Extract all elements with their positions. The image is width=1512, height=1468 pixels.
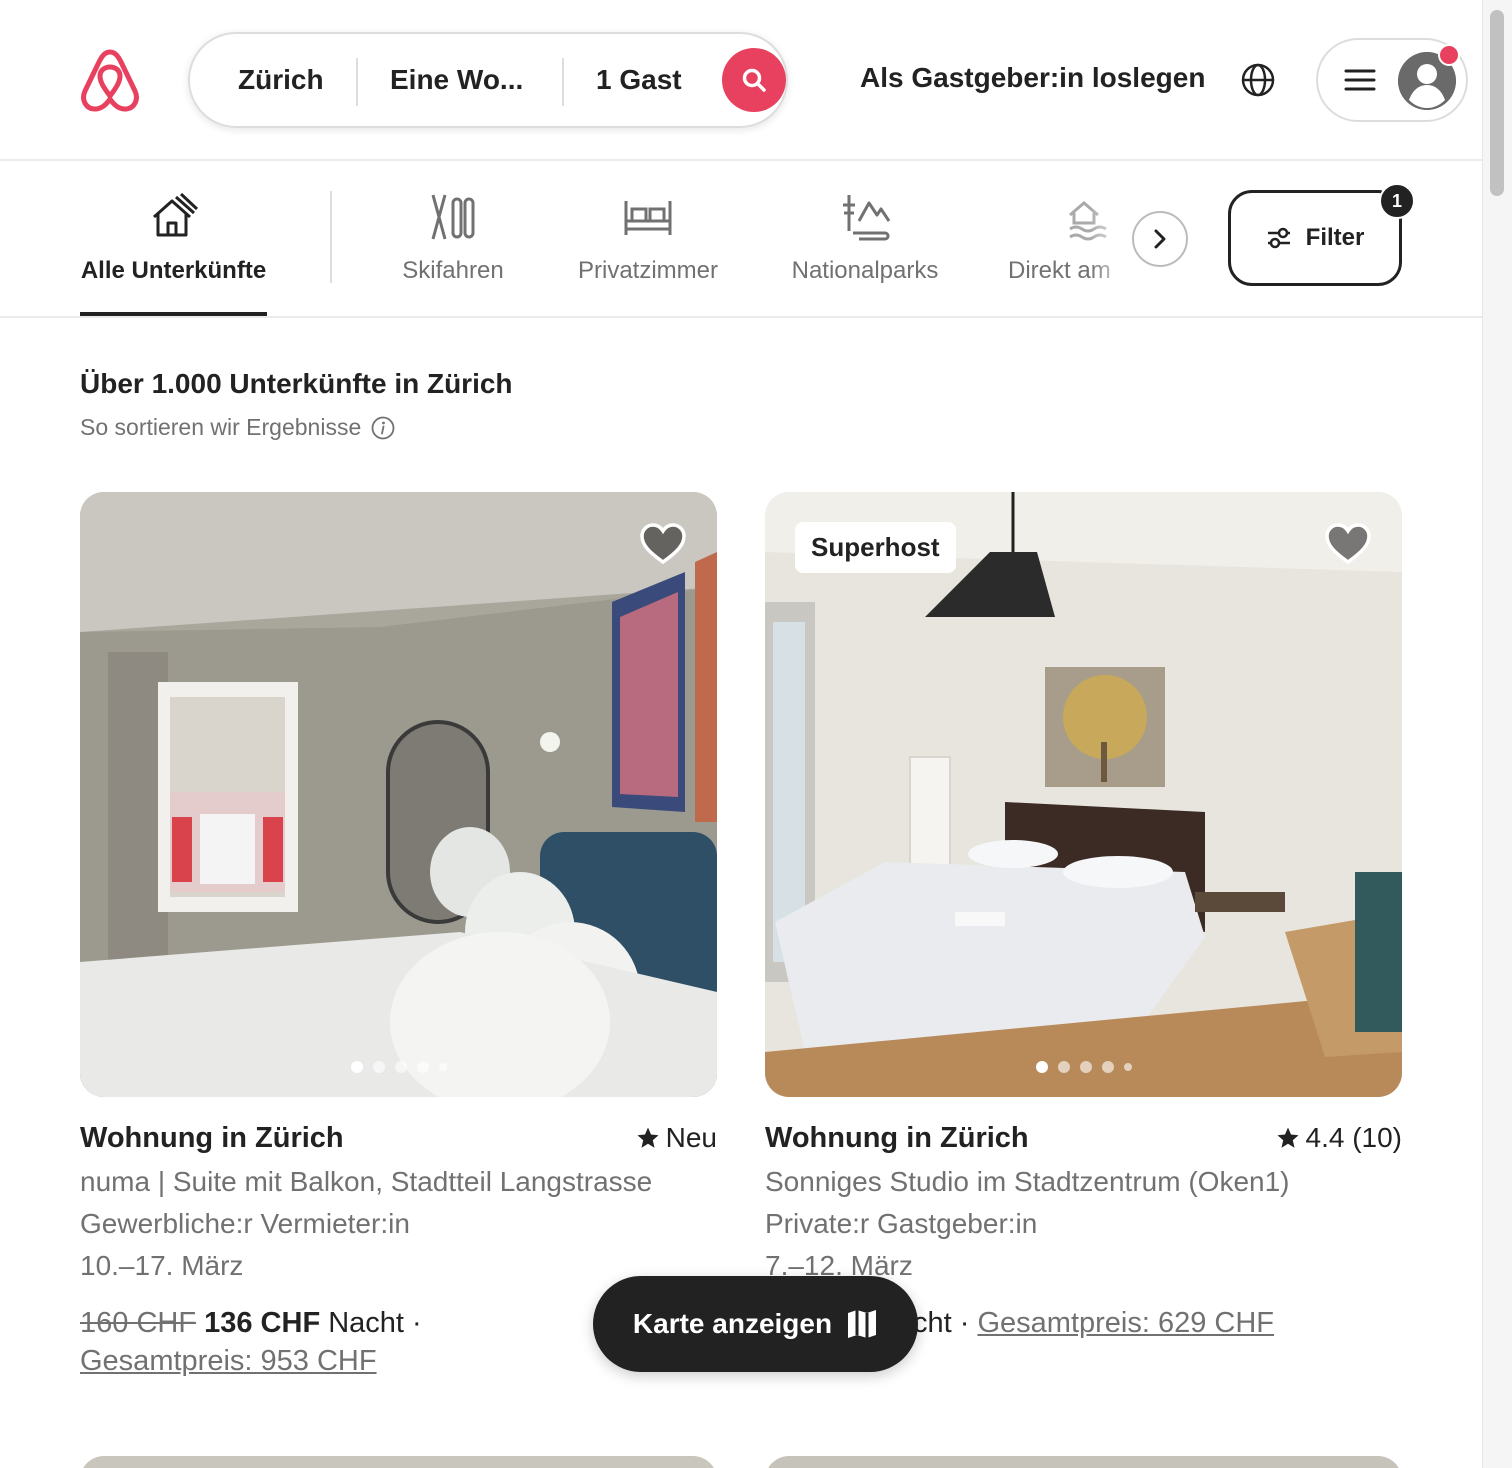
- park-icon: [843, 195, 891, 241]
- listing-description: Sonniges Studio im Stadtzentrum (Oken1): [765, 1166, 1290, 1197]
- results-title: Über 1.000 Unterkünfte in Zürich: [80, 368, 513, 399]
- star-icon: [1277, 1127, 1298, 1148]
- category-label: Nationalparks: [791, 257, 939, 284]
- listing-card[interactable]: Wohnung in Zürich Neu numa | Suite mit B…: [80, 492, 717, 1377]
- map-icon: [848, 1310, 877, 1338]
- search-dates[interactable]: Eine Wo...: [390, 64, 523, 96]
- filter-button[interactable]: Filter 1: [1228, 183, 1415, 286]
- photo-pagination: [350, 1061, 447, 1073]
- category-bar: Alle Unterkünfte Skifahren Privatzimmer …: [0, 161, 1482, 318]
- search-button[interactable]: [722, 48, 786, 112]
- globe-icon[interactable]: [1240, 62, 1276, 98]
- show-map-label: Karte anzeigen: [632, 1308, 833, 1339]
- photo-pagination: [1035, 1061, 1132, 1073]
- listing-rating: Neu: [636, 1122, 717, 1154]
- current-price: 136 CHF: [204, 1307, 321, 1339]
- search-bar[interactable]: Zürich Eine Wo... 1 Gast: [188, 32, 788, 128]
- become-host-link[interactable]: Als Gastgeber:in loslegen: [860, 62, 1205, 94]
- category-label: Alle Unterkünfte: [80, 257, 267, 284]
- chevron-right-icon: [1154, 229, 1166, 249]
- info-icon: [371, 416, 395, 439]
- heart-icon[interactable]: [639, 522, 687, 566]
- search-guests[interactable]: 1 Gast: [596, 64, 682, 96]
- total-price-link[interactable]: Gesamtpreis: 629 CHF: [977, 1307, 1274, 1339]
- sort-info-label: So sortieren wir Ergebnisse: [80, 414, 362, 440]
- listing-title: Wohnung in Zürich: [80, 1122, 344, 1154]
- category-label: Privatzimmer: [577, 257, 718, 284]
- price-unit: cht ·: [913, 1307, 970, 1339]
- pagination-dot[interactable]: [372, 1061, 385, 1073]
- category-all[interactable]: Alle Unterkünfte: [80, 161, 267, 316]
- ski-icon: [431, 194, 475, 240]
- search-divider: [562, 58, 564, 106]
- listing-photo[interactable]: Superhost: [765, 492, 1402, 1097]
- pagination-dot[interactable]: [1079, 1061, 1092, 1073]
- pagination-dot[interactable]: [1101, 1061, 1114, 1073]
- rating-text: 4.4 (10): [1305, 1122, 1403, 1153]
- listing-photo-image: [765, 492, 1402, 1097]
- top-header: Zürich Eine Wo... 1 Gast Als Gastgeber:i…: [0, 0, 1482, 161]
- listing-photo[interactable]: [80, 492, 717, 1097]
- search-location[interactable]: Zürich: [238, 64, 324, 96]
- active-underline: [80, 312, 267, 316]
- user-menu-button[interactable]: [1316, 38, 1468, 122]
- listing-price: cht · Gesamtpreis: 629 CHF: [913, 1304, 1402, 1342]
- airbnb-logo-icon[interactable]: [78, 46, 142, 114]
- sort-info-link[interactable]: So sortieren wir Ergebnisse: [80, 414, 395, 441]
- star-icon: [637, 1127, 659, 1148]
- listing-host-type: Private:r Gastgeber:in: [765, 1208, 1038, 1239]
- filter-label: Filter: [1305, 224, 1365, 251]
- sliders-icon: [1267, 227, 1290, 249]
- category-private-room[interactable]: Privatzimmer: [566, 161, 730, 316]
- category-ski[interactable]: Skifahren: [390, 161, 516, 316]
- superhost-badge: Superhost: [795, 522, 956, 573]
- house-icon: [152, 192, 198, 237]
- category-label: Skifahren: [402, 257, 504, 284]
- listing-description: numa | Suite mit Balkon, Stadtteil Langs…: [80, 1166, 653, 1197]
- listing-rating: 4.4 (10): [1276, 1122, 1403, 1154]
- old-price: 160 CHF: [80, 1307, 197, 1339]
- heart-icon[interactable]: [1324, 522, 1372, 566]
- listing-dates: 10.–17. März: [80, 1250, 244, 1281]
- category-fade: [1090, 161, 1130, 316]
- next-listing-photo[interactable]: [80, 1456, 717, 1468]
- pagination-dot[interactable]: [1057, 1061, 1070, 1073]
- pagination-dot[interactable]: [350, 1061, 363, 1073]
- category-next-button[interactable]: [1132, 211, 1188, 267]
- next-listing-photo[interactable]: [765, 1456, 1402, 1468]
- pagination-dot[interactable]: [438, 1063, 447, 1071]
- listing-card[interactable]: Superhost Wohnung in Zürich 4.4 (10) Son…: [765, 492, 1402, 1339]
- show-map-button[interactable]: Karte anzeigen: [593, 1276, 918, 1372]
- listing-host-type: Gewerbliche:r Vermieter:in: [80, 1208, 410, 1239]
- filter-count-badge: 1: [1379, 183, 1415, 219]
- pagination-dot[interactable]: [1123, 1063, 1132, 1071]
- pagination-dot[interactable]: [394, 1061, 407, 1073]
- category-national-parks[interactable]: Nationalparks: [782, 161, 948, 316]
- menu-icon: [1344, 69, 1376, 91]
- rating-text: Neu: [665, 1122, 717, 1153]
- scrollbar-thumb[interactable]: [1490, 10, 1504, 196]
- notification-dot: [1438, 44, 1460, 66]
- total-price-link[interactable]: Gesamtpreis: 953 CHF: [80, 1345, 377, 1377]
- pagination-dot[interactable]: [416, 1061, 429, 1073]
- page-scrollbar[interactable]: [1482, 0, 1512, 1468]
- search-divider: [356, 58, 358, 106]
- category-divider: [330, 191, 332, 283]
- listing-title: Wohnung in Zürich: [765, 1122, 1029, 1154]
- search-icon: [742, 68, 766, 92]
- listing-photo-image: [80, 492, 717, 1097]
- price-unit: Nacht ·: [328, 1307, 422, 1339]
- bed-icon: [624, 201, 672, 235]
- pagination-dot[interactable]: [1035, 1061, 1048, 1073]
